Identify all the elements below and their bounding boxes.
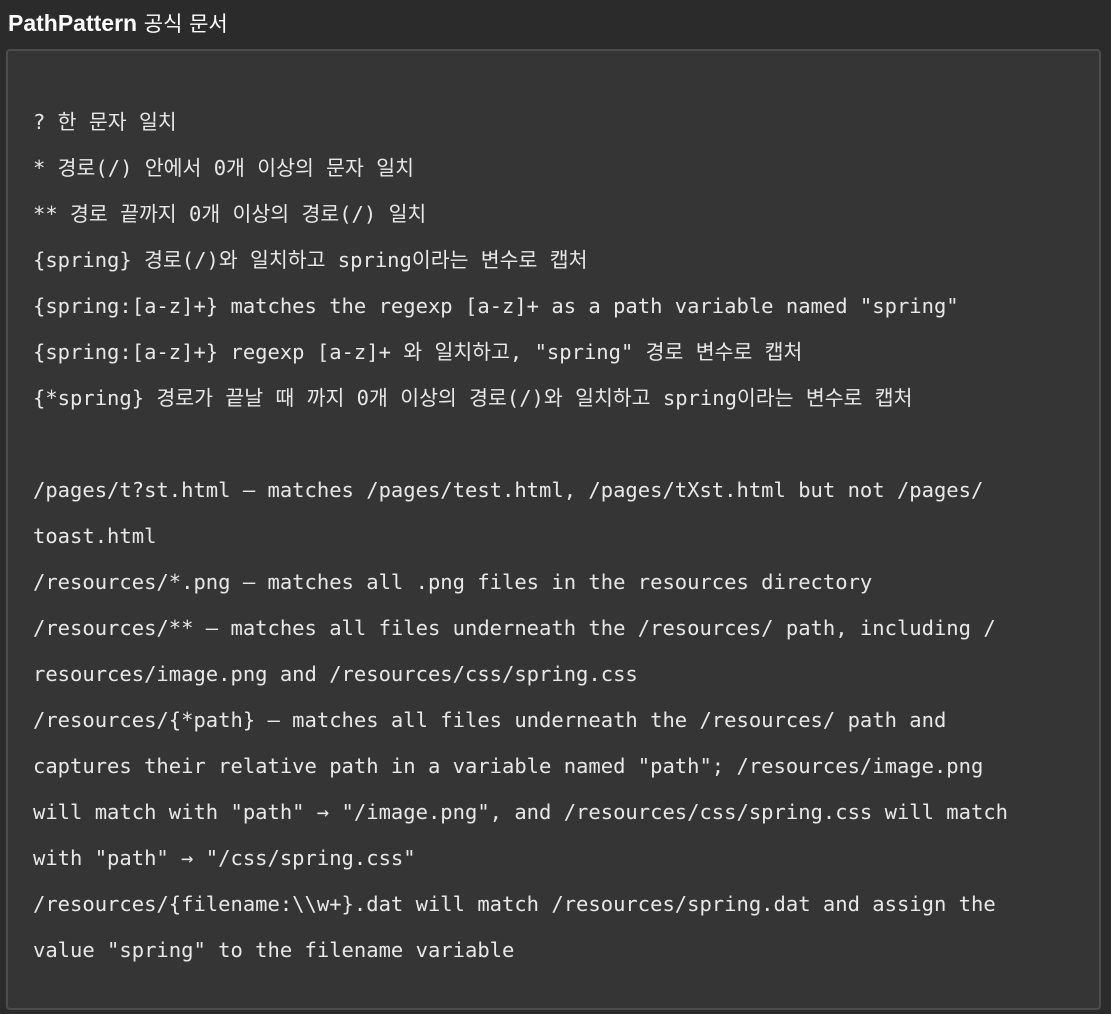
code-line: with "path" → "/css/spring.css" [33, 846, 416, 870]
code-line: /resources/{*path} — matches all files u… [33, 708, 947, 732]
page-title: PathPattern 공식 문서 [8, 6, 228, 40]
code-line: ** 경로 끝까지 0개 이상의 경로(/) 일치 [33, 202, 427, 226]
code-line: {spring:[a-z]+} matches the regexp [a-z]… [33, 294, 959, 318]
document-page: PathPattern 공식 문서 ? 한 문자 일치 * 경로(/) 안에서 … [0, 0, 1111, 1014]
code-line: /resources/{filename:\\w+}.dat will matc… [33, 892, 996, 916]
code-line: {spring:[a-z]+} regexp [a-z]+ 와 일치하고, "s… [33, 340, 803, 364]
page-title-suffix: 공식 문서 [137, 12, 228, 36]
code-line: /resources/*.png — matches all .png file… [33, 570, 873, 594]
code-line: will match with "path" → "/image.png", a… [33, 800, 1009, 824]
page-title-brand: PathPattern [8, 10, 138, 36]
code-line: value "spring" to the filename variable [33, 938, 515, 962]
code-line: {spring} 경로(/)와 일치하고 spring이라는 변수로 캡처 [33, 248, 588, 272]
code-line: toast.html [33, 524, 157, 548]
code-line: /resources/** — matches all files undern… [33, 616, 996, 640]
code-line: * 경로(/) 안에서 0개 이상의 문자 일치 [33, 156, 414, 180]
code-line: {*spring} 경로가 끝날 때 까지 0개 이상의 경로(/)와 일치하고… [33, 386, 913, 410]
code-line: /pages/t?st.html — matches /pages/test.h… [33, 478, 984, 502]
code-line: resources/image.png and /resources/css/s… [33, 662, 638, 686]
code-line: captures their relative path in a variab… [33, 754, 984, 778]
code-block: ? 한 문자 일치 * 경로(/) 안에서 0개 이상의 문자 일치 ** 경로… [6, 49, 1101, 1010]
code-line: ? 한 문자 일치 [33, 110, 177, 134]
